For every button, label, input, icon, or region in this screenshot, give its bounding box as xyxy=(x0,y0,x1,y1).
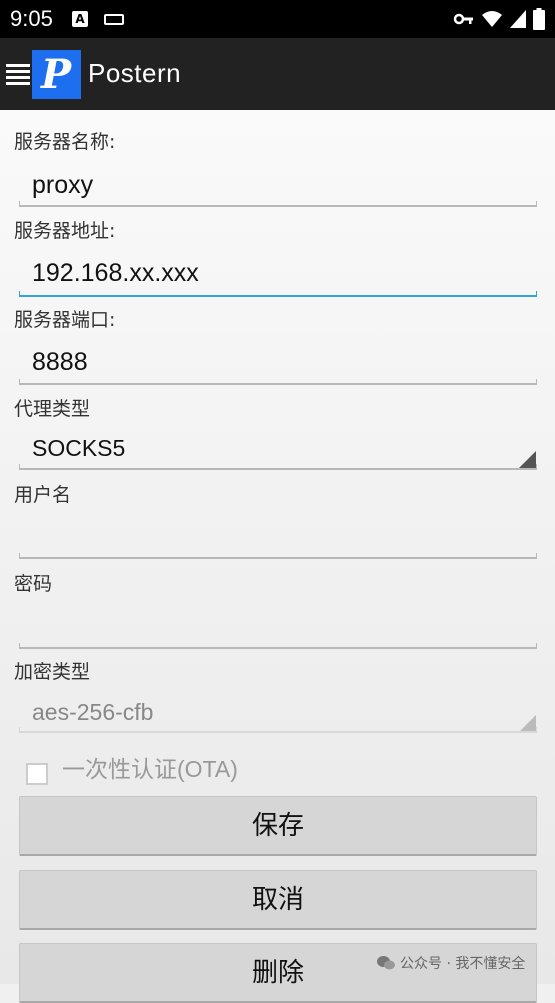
keyboard-icon xyxy=(104,14,124,25)
server-port-input[interactable] xyxy=(19,343,537,381)
notification-a-icon: A xyxy=(72,11,88,27)
save-button[interactable]: 保存 xyxy=(19,796,537,856)
app-title: Postern xyxy=(88,58,182,88)
status-bar: 9:05 A xyxy=(0,0,555,38)
encryption-type-value: aes-256-cfb xyxy=(32,699,154,725)
username-input[interactable] xyxy=(19,517,537,555)
server-address-input[interactable] xyxy=(19,254,537,292)
password-underline xyxy=(19,643,537,649)
server-name-label: 服务器名称: xyxy=(14,131,116,153)
server-port-label: 服务器端口: xyxy=(14,309,116,331)
menu-icon[interactable] xyxy=(6,64,30,86)
proxy-form: 服务器名称: 服务器地址: 服务器端口: 代理类型 SOCKS5 用户名 密码 … xyxy=(0,110,555,1003)
app-bar: P Postern xyxy=(0,38,555,110)
server-address-underline xyxy=(19,291,537,297)
app-logo[interactable]: P xyxy=(32,50,81,99)
proxy-type-label: 代理类型 xyxy=(14,398,91,420)
proxy-type-underline xyxy=(19,464,537,470)
ota-checkbox[interactable] xyxy=(26,763,48,785)
logo-letter: P xyxy=(40,51,73,98)
encryption-type-underline xyxy=(19,727,537,733)
delete-button[interactable]: 删除 xyxy=(19,943,537,1003)
postern-logo-icon: P xyxy=(40,51,73,98)
watermark-text: 公众号 · 我不懂安全 xyxy=(400,956,526,972)
encryption-type-label: 加密类型 xyxy=(14,661,91,683)
password-label: 密码 xyxy=(14,573,53,595)
status-time: 9:05 xyxy=(10,6,53,31)
password-input[interactable] xyxy=(19,606,537,644)
server-name-input[interactable] xyxy=(19,166,537,204)
signal-icon xyxy=(510,10,526,28)
status-icons xyxy=(453,8,545,30)
vpn-key-icon xyxy=(453,13,473,25)
watermark: 公众号 · 我不懂安全 xyxy=(376,953,525,973)
cancel-button[interactable]: 取消 xyxy=(19,870,537,930)
server-port-underline xyxy=(19,379,537,385)
battery-icon xyxy=(533,8,545,30)
server-name-underline xyxy=(19,201,537,207)
proxy-type-value: SOCKS5 xyxy=(32,435,126,461)
wechat-icon xyxy=(377,956,395,970)
ota-label: 一次性认证(OTA) xyxy=(62,756,238,782)
username-label: 用户名 xyxy=(14,484,72,506)
wifi-icon xyxy=(482,11,502,27)
username-underline xyxy=(19,553,537,559)
server-address-label: 服务器地址: xyxy=(14,220,116,242)
